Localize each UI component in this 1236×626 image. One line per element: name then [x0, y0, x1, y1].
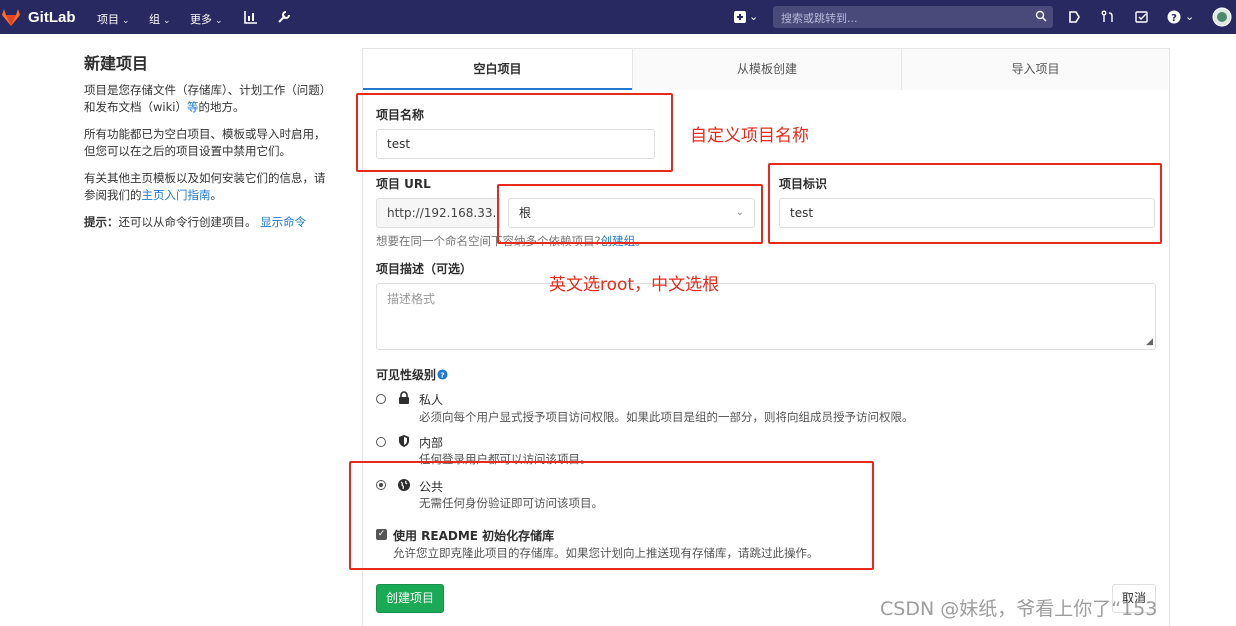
annotation-box-namespace: [497, 184, 763, 244]
tab-blank-project[interactable]: 空白项目: [363, 49, 632, 90]
tab-bar: 空白项目 从模板创建 导入项目: [363, 49, 1169, 90]
plus-square-icon[interactable]: [732, 9, 748, 25]
project-url-label: 项目 URL: [376, 177, 431, 191]
merge-request-icon[interactable]: [1100, 9, 1116, 25]
shield-icon: [399, 435, 409, 447]
visibility-label: 可见性级别?: [376, 366, 448, 383]
annotation-box-public: [349, 461, 874, 570]
visibility-private-title: 私人: [419, 393, 444, 407]
intro-column: 新建项目 项目是您存储文件（存储库）、计划工作（问题）和发布文档（wiki）等的…: [84, 50, 334, 241]
description-textarea[interactable]: 描述格式 ◢: [376, 283, 1156, 350]
more-link[interactable]: 等: [187, 100, 199, 114]
issues-icon[interactable]: [1066, 9, 1082, 25]
chevron-down-icon: ⌄: [163, 16, 171, 26]
todo-icon[interactable]: [1134, 9, 1150, 25]
gitlab-logo-icon[interactable]: [0, 6, 22, 28]
annotation-name-note: 自定义项目名称: [690, 126, 809, 146]
intro-paragraph: 项目是您存储文件（存储库）、计划工作（问题）和发布文档（wiki）等的地方。: [84, 83, 332, 114]
chart-icon[interactable]: [243, 9, 259, 25]
svg-text:?: ?: [440, 370, 444, 379]
search-icon: [1035, 10, 1047, 22]
nav-groups[interactable]: 组 ⌄: [149, 11, 171, 27]
tip-paragraph: 提示：还可以从命令行创建项目。 显示命令: [84, 215, 307, 229]
features-paragraph: 所有功能都已为空白项目、模板或导入时启用，但您可以在之后的项目设置中禁用它们。: [84, 127, 326, 158]
watermark: CSDN @妹纸，爷看上你了“153: [880, 598, 1158, 620]
help-icon[interactable]: ?: [1166, 9, 1182, 25]
visibility-private-desc: 必须向每个用户显式授予项目访问权限。如果此项目是组的一部分，则将向组成员授予访问…: [419, 410, 914, 424]
description-label: 项目描述（可选）: [376, 262, 473, 276]
annotation-box-slug: [768, 163, 1162, 244]
annotation-namespace-note: 英文选root，中文选根: [549, 275, 720, 295]
svg-text:?: ?: [1171, 13, 1177, 24]
url-prefix: http://192.168.33.11: [376, 198, 500, 228]
avatar[interactable]: [1212, 7, 1232, 27]
annotation-box-name: [356, 93, 673, 172]
chevron-down-icon: ⌄: [215, 16, 223, 26]
brand-name[interactable]: GitLab: [28, 9, 76, 26]
visibility-internal-title: 内部: [419, 436, 444, 450]
page-title: 新建项目: [84, 54, 149, 73]
chevron-down-icon[interactable]: ⌄: [749, 10, 758, 23]
nav-projects[interactable]: 项目 ⌄: [97, 11, 130, 27]
visibility-internal-radio[interactable]: [376, 437, 386, 447]
create-project-button[interactable]: 创建项目: [376, 584, 444, 613]
visibility-private-radio[interactable]: [376, 394, 386, 404]
question-circle-icon[interactable]: ?: [437, 369, 448, 380]
pages-paragraph: 有关其他主页模板以及如何安装它们的信息，请参阅我们的主页入门指南。: [84, 171, 326, 202]
search-input[interactable]: 搜索或跳转到...: [773, 6, 1053, 28]
lock-icon: [399, 391, 409, 404]
tab-from-template[interactable]: 从模板创建: [632, 49, 901, 90]
nav-more[interactable]: 更多 ⌄: [190, 11, 223, 27]
chevron-down-icon[interactable]: ⌄: [1185, 10, 1194, 23]
show-command-link[interactable]: 显示命令: [260, 215, 306, 229]
wrench-icon[interactable]: [276, 9, 292, 25]
tab-import-project[interactable]: 导入项目: [901, 49, 1169, 90]
pages-guide-link[interactable]: 主页入门指南: [142, 188, 211, 202]
top-navbar: GitLab 项目 ⌄ 组 ⌄ 更多 ⌄ ⌄ 搜索或跳转到... ? ⌄: [0, 0, 1236, 34]
chevron-down-icon: ⌄: [122, 16, 130, 26]
resize-handle-icon[interactable]: ◢: [1146, 337, 1153, 347]
